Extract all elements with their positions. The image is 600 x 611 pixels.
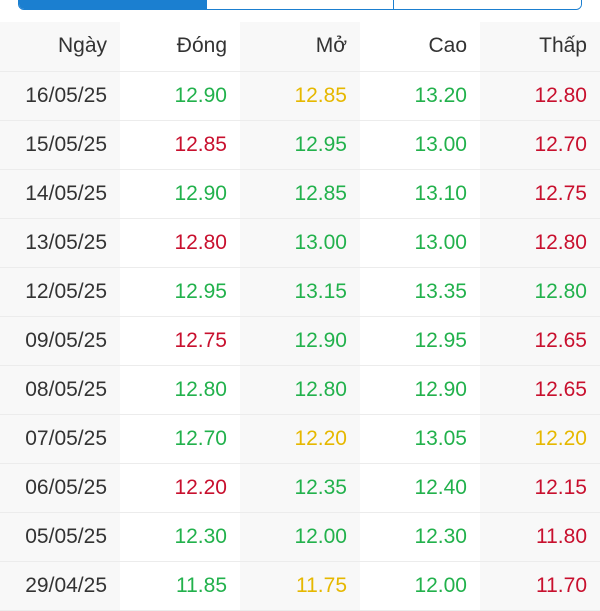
table-body: 16/05/25 12.90 12.85 13.20 12.80 15/05/25 12.8… (0, 71, 600, 611)
cell-date: 29/04/25 (0, 561, 120, 611)
cell-close: 12.85 (120, 120, 240, 170)
table-row[interactable]: 06/05/25 12.20 12.35 12.40 12.15 (0, 463, 600, 513)
table-row[interactable]: 09/05/25 12.75 12.90 12.95 12.65 (0, 316, 600, 366)
cell-high: 12.00 (360, 561, 480, 611)
cell-close: 12.20 (120, 463, 240, 513)
column-header-open[interactable]: Mở (240, 22, 360, 72)
cell-open: 12.20 (240, 414, 360, 464)
cell-close: 12.90 (120, 169, 240, 219)
cell-close: 12.95 (120, 267, 240, 317)
table-row[interactable]: 08/05/25 12.80 12.80 12.90 12.65 (0, 365, 600, 415)
cell-low: 12.70 (480, 120, 600, 170)
table-row[interactable]: 15/05/25 12.85 12.95 13.00 12.70 (0, 120, 600, 170)
cell-open: 12.85 (240, 71, 360, 121)
cell-date: 07/05/25 (0, 414, 120, 464)
cell-low: 12.65 (480, 316, 600, 366)
table-row[interactable]: 16/05/25 12.90 12.85 13.20 12.80 (0, 71, 600, 121)
cell-low: 12.80 (480, 218, 600, 268)
segment-tab-2[interactable] (205, 0, 394, 9)
cell-high: 12.90 (360, 365, 480, 415)
segment-tab-1[interactable] (19, 0, 206, 9)
column-header-low[interactable]: Thấp (480, 22, 600, 72)
cell-date: 13/05/25 (0, 218, 120, 268)
cell-open: 12.35 (240, 463, 360, 513)
cell-low: 12.75 (480, 169, 600, 219)
cell-close: 11.85 (120, 561, 240, 611)
cell-low: 12.80 (480, 71, 600, 121)
segment-tab-3[interactable] (393, 0, 581, 9)
cell-open: 13.00 (240, 218, 360, 268)
table-row[interactable]: 14/05/25 12.90 12.85 13.10 12.75 (0, 169, 600, 219)
cell-high: 13.20 (360, 71, 480, 121)
cell-close: 12.80 (120, 365, 240, 415)
cell-open: 12.85 (240, 169, 360, 219)
cell-high: 12.40 (360, 463, 480, 513)
table-row[interactable]: 29/04/25 11.85 11.75 12.00 11.70 (0, 561, 600, 611)
cell-high: 13.00 (360, 120, 480, 170)
cell-high: 13.00 (360, 218, 480, 268)
table-row[interactable]: 13/05/25 12.80 13.00 13.00 12.80 (0, 218, 600, 268)
cell-low: 12.80 (480, 267, 600, 317)
cell-low: 11.80 (480, 512, 600, 562)
column-header-date[interactable]: Ngày (0, 22, 120, 72)
cell-low: 11.70 (480, 561, 600, 611)
cell-open: 12.90 (240, 316, 360, 366)
cell-date: 05/05/25 (0, 512, 120, 562)
cell-open: 12.00 (240, 512, 360, 562)
cell-close: 12.80 (120, 218, 240, 268)
cell-high: 13.35 (360, 267, 480, 317)
cell-high: 13.05 (360, 414, 480, 464)
cell-low: 12.20 (480, 414, 600, 464)
cell-close: 12.30 (120, 512, 240, 562)
cell-date: 14/05/25 (0, 169, 120, 219)
column-header-close[interactable]: Đóng (120, 22, 240, 72)
cell-high: 12.95 (360, 316, 480, 366)
column-header-high[interactable]: Cao (360, 22, 480, 72)
cell-close: 12.90 (120, 71, 240, 121)
cell-close: 12.70 (120, 414, 240, 464)
cell-close: 12.75 (120, 316, 240, 366)
cell-date: 09/05/25 (0, 316, 120, 366)
cell-date: 06/05/25 (0, 463, 120, 513)
cell-low: 12.65 (480, 365, 600, 415)
table-header-row: Ngày Đóng Mở Cao Thấp (0, 22, 600, 72)
cell-high: 12.30 (360, 512, 480, 562)
price-history-table: Ngày Đóng Mở Cao Thấp 16/05/25 12.90 12.85… (0, 22, 600, 611)
cell-open: 11.75 (240, 561, 360, 611)
cell-low: 12.15 (480, 463, 600, 513)
cell-open: 12.95 (240, 120, 360, 170)
segmented-tab-control (18, 0, 582, 10)
cell-date: 16/05/25 (0, 71, 120, 121)
table-row[interactable]: 05/05/25 12.30 12.00 12.30 11.80 (0, 512, 600, 562)
cell-date: 12/05/25 (0, 267, 120, 317)
table-row[interactable]: 12/05/25 12.95 13.15 13.35 12.80 (0, 267, 600, 317)
table-row[interactable]: 07/05/25 12.70 12.20 13.05 12.20 (0, 414, 600, 464)
cell-open: 13.15 (240, 267, 360, 317)
cell-date: 15/05/25 (0, 120, 120, 170)
cell-date: 08/05/25 (0, 365, 120, 415)
cell-open: 12.80 (240, 365, 360, 415)
cell-high: 13.10 (360, 169, 480, 219)
